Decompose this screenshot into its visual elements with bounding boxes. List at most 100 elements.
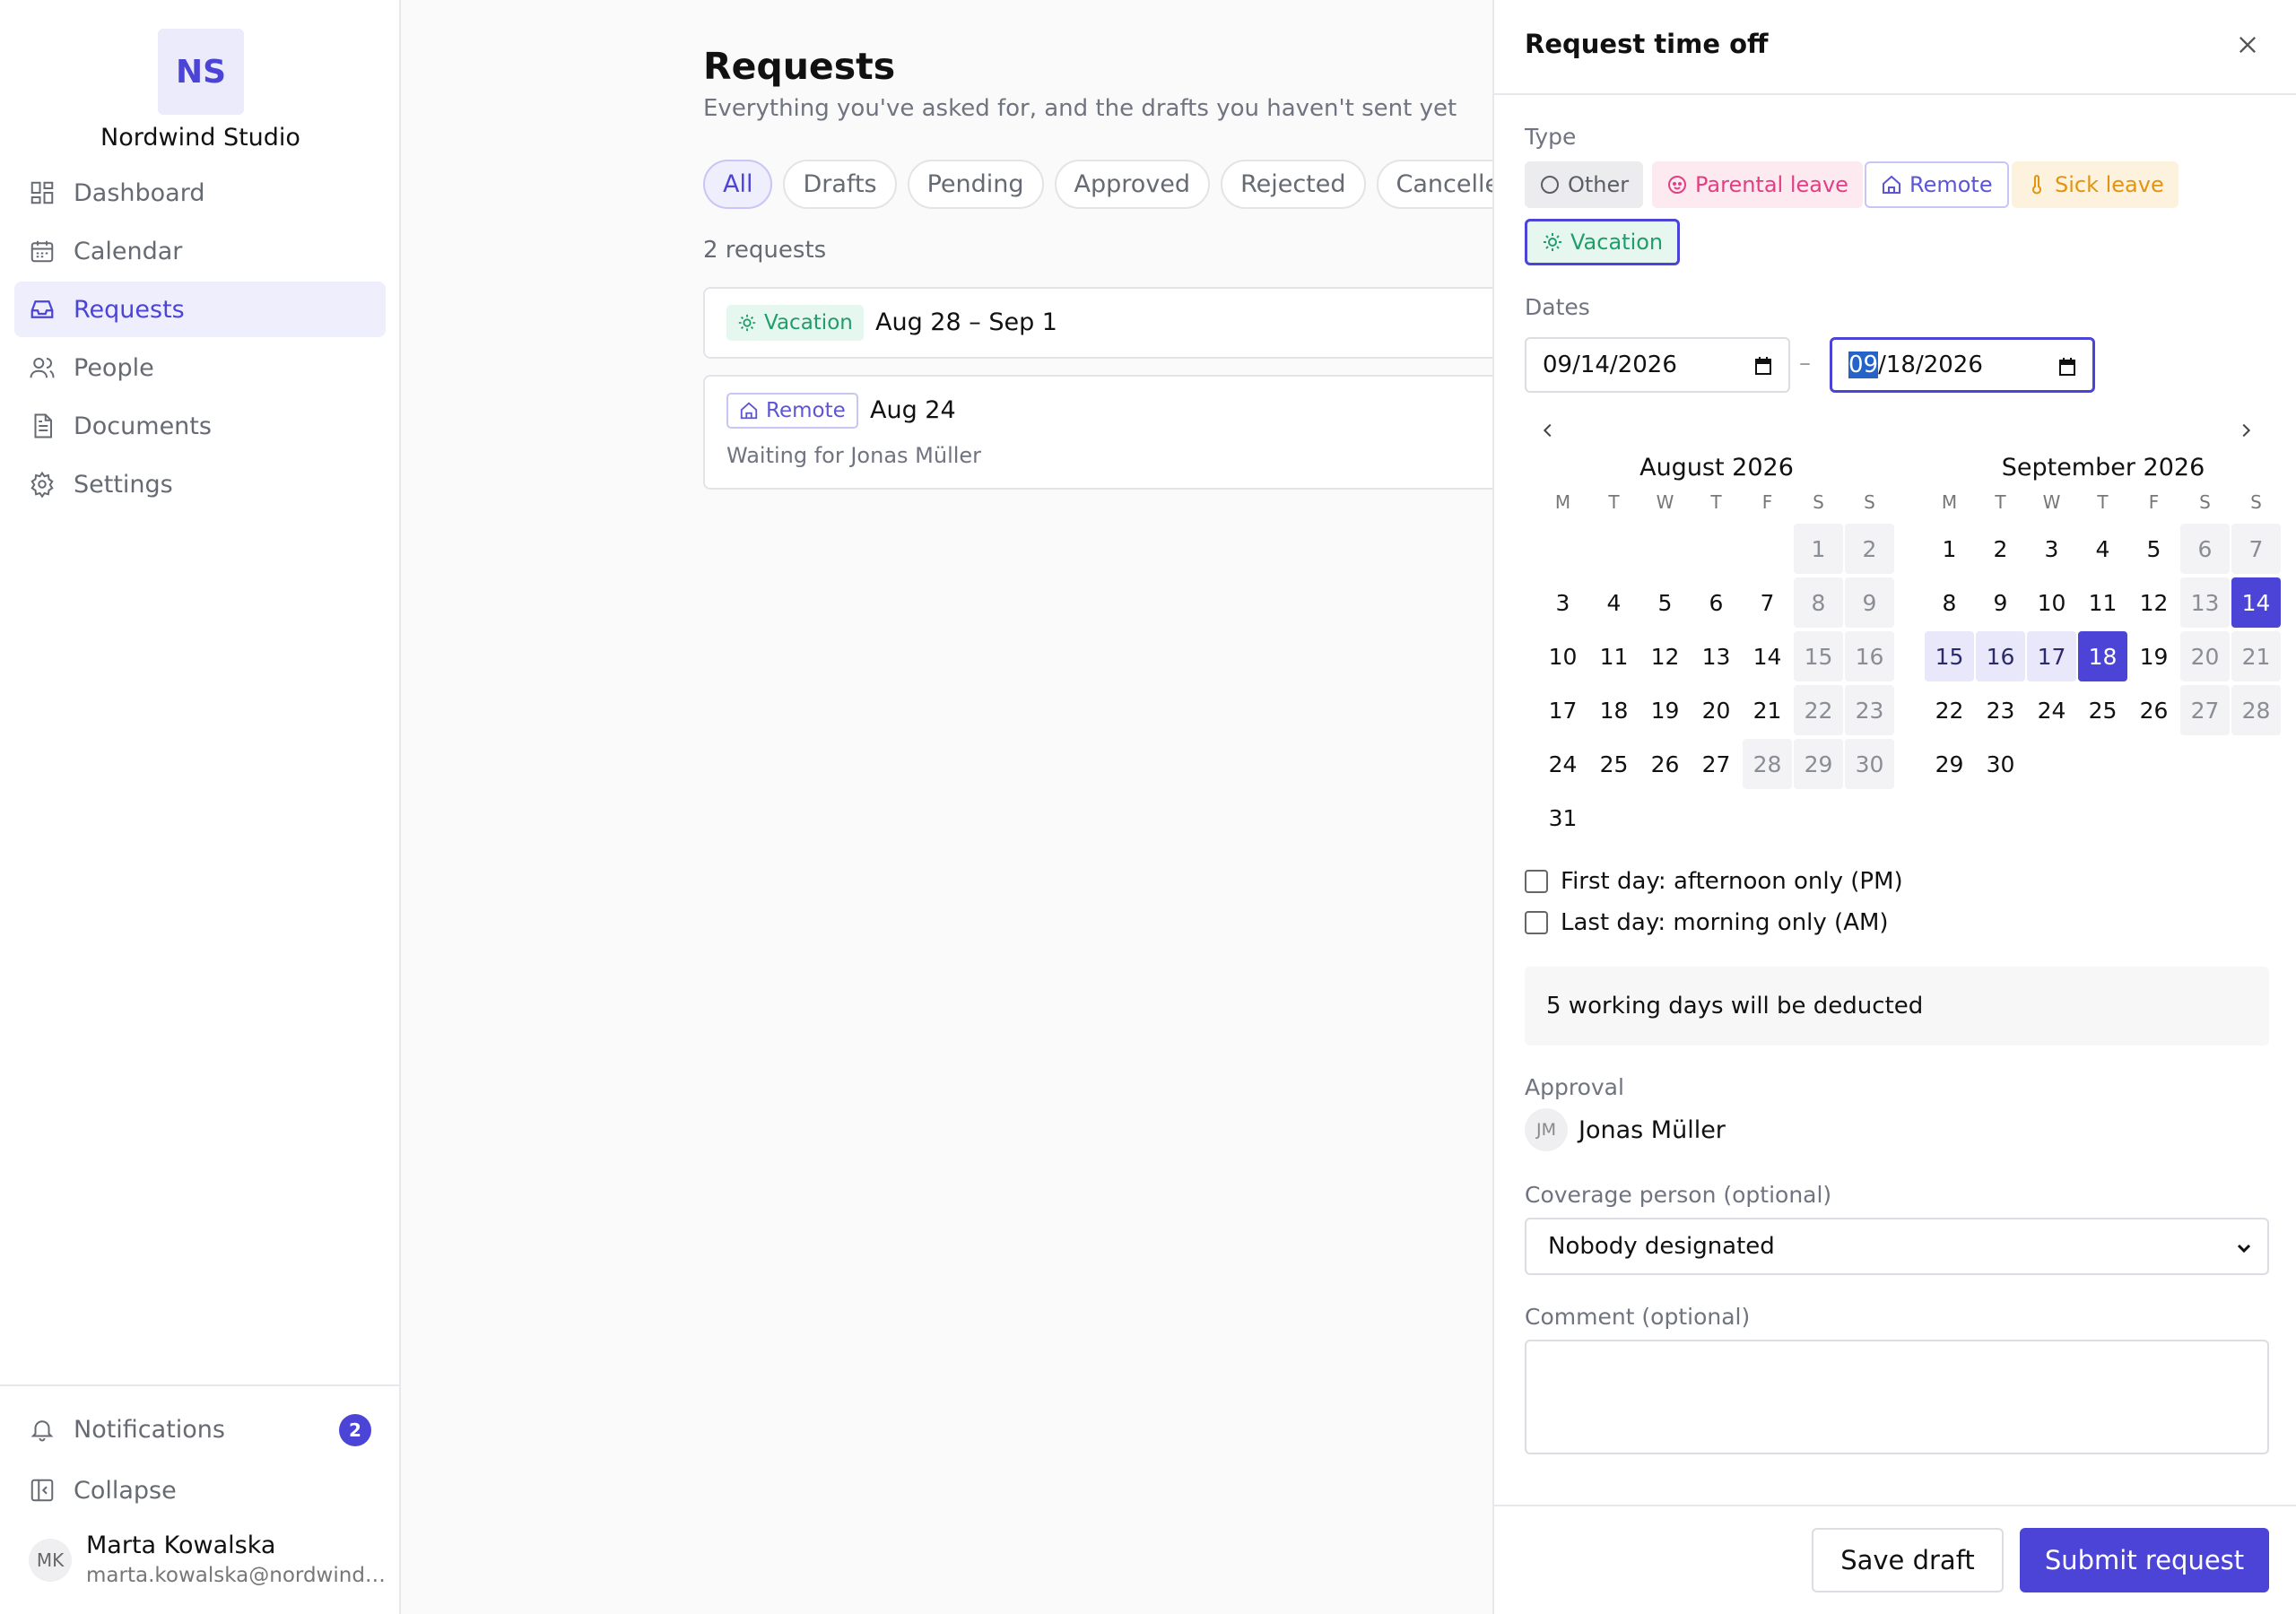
checkbox[interactable] [1525, 911, 1548, 934]
calendar-day[interactable]: 16 [1976, 631, 2025, 681]
request-card[interactable]: Remote Aug 24 Waiting for Jonas Müller [703, 375, 1510, 490]
calendar-day[interactable]: 13 [2180, 577, 2230, 628]
filter-pending[interactable]: Pending [907, 160, 1044, 209]
calendar-day[interactable]: 18 [1589, 685, 1639, 735]
calendar-day[interactable]: 9 [1845, 577, 1894, 628]
checkbox[interactable] [1525, 870, 1548, 893]
submit-request-button[interactable]: Submit request [2020, 1528, 2269, 1592]
sidebar-item-documents[interactable]: Documents [14, 398, 386, 454]
calendar-day[interactable]: 15 [1925, 631, 1974, 681]
type-option-sick-leave[interactable]: Sick leave [2012, 161, 2179, 208]
sidebar-item-settings[interactable]: Settings [14, 456, 386, 512]
collapse-button[interactable]: Collapse [14, 1463, 386, 1517]
calendar-day[interactable]: 23 [1976, 685, 2025, 735]
save-draft-button[interactable]: Save draft [1812, 1528, 2004, 1592]
type-option-remote[interactable]: Remote [1865, 161, 2009, 208]
calendar-day[interactable]: 6 [1692, 577, 1741, 628]
calendar-day[interactable]: 6 [2180, 524, 2230, 574]
previous-month-button[interactable] [1532, 414, 1564, 447]
calendar-day[interactable]: 10 [2027, 577, 2076, 628]
calendar-day[interactable]: 23 [1845, 685, 1894, 735]
calendar-day[interactable]: 5 [2129, 524, 2179, 574]
request-card[interactable]: Vacation Aug 28 – Sep 1 [703, 287, 1510, 359]
calendar-day[interactable]: 8 [1794, 577, 1843, 628]
calendar-day[interactable]: 7 [2231, 524, 2281, 574]
calendar-day[interactable]: 29 [1794, 739, 1843, 789]
calendar-day[interactable]: 26 [2129, 685, 2179, 735]
calendar-day[interactable]: 1 [1794, 524, 1843, 574]
calendar-day[interactable]: 25 [2078, 685, 2127, 735]
calendar-day[interactable]: 4 [2078, 524, 2127, 574]
calendar-day[interactable]: 21 [1743, 685, 1792, 735]
sidebar-item-people[interactable]: People [14, 340, 386, 395]
end-date-month-segment[interactable]: 09 [1848, 351, 1879, 378]
calendar-icon[interactable] [2057, 356, 2078, 377]
calendar-day[interactable]: 20 [2180, 631, 2230, 681]
calendar-day[interactable]: 27 [2180, 685, 2230, 735]
calendar-day[interactable]: 16 [1845, 631, 1894, 681]
coverage-person-select[interactable]: Nobody designated [1525, 1218, 2269, 1275]
calendar-day[interactable]: 21 [2231, 631, 2281, 681]
filter-drafts[interactable]: Drafts [783, 160, 897, 209]
calendar-day[interactable]: 8 [1925, 577, 1974, 628]
calendar-day[interactable]: 19 [2129, 631, 2179, 681]
user-profile[interactable]: MK Marta Kowalska marta.kowalska@nordwin… [29, 1530, 391, 1592]
calendar-day[interactable]: 5 [1640, 577, 1690, 628]
calendar-day[interactable]: 7 [1743, 577, 1792, 628]
filter-approved[interactable]: Approved [1054, 160, 1211, 209]
calendar-day[interactable]: 22 [1794, 685, 1843, 735]
end-date-input[interactable]: 09/18/2026 [1830, 337, 2095, 393]
calendar-day[interactable]: 13 [1692, 631, 1741, 681]
calendar-day[interactable]: 4 [1589, 577, 1639, 628]
comment-textarea[interactable] [1525, 1340, 2269, 1454]
calendar-day[interactable]: 11 [1589, 631, 1639, 681]
calendar-day[interactable]: 12 [2129, 577, 2179, 628]
calendar-day[interactable]: 14 [2231, 577, 2281, 628]
filter-all[interactable]: All [703, 160, 773, 209]
calendar-day[interactable]: 9 [1976, 577, 2025, 628]
start-date-input[interactable]: 09/14/2026 [1525, 337, 1790, 393]
calendar-day[interactable]: 3 [2027, 524, 2076, 574]
sidebar-item-calendar[interactable]: Calendar [14, 223, 386, 279]
calendar-day[interactable]: 30 [1845, 739, 1894, 789]
calendar-day[interactable]: 3 [1538, 577, 1587, 628]
calendar-day[interactable]: 20 [1692, 685, 1741, 735]
calendar-day[interactable]: 27 [1692, 739, 1741, 789]
first-day-pm-checkbox[interactable]: First day: afternoon only (PM) [1525, 868, 1903, 895]
calendar-day[interactable]: 24 [1538, 739, 1587, 789]
calendar-day[interactable]: 22 [1925, 685, 1974, 735]
calendar-day[interactable]: 10 [1538, 631, 1587, 681]
last-day-am-checkbox[interactable]: Last day: morning only (AM) [1525, 909, 1889, 936]
calendar-day[interactable]: 15 [1794, 631, 1843, 681]
calendar-day[interactable]: 17 [1538, 685, 1587, 735]
type-option-parental-leave[interactable]: Parental leave [1652, 161, 1863, 208]
calendar-day[interactable]: 18 [2078, 631, 2127, 681]
calendar-day[interactable]: 24 [2027, 685, 2076, 735]
calendar-day[interactable]: 19 [1640, 685, 1690, 735]
calendar-day[interactable]: 17 [2027, 631, 2076, 681]
close-button[interactable] [2228, 25, 2267, 65]
next-month-button[interactable] [2230, 414, 2262, 447]
calendar-day[interactable]: 29 [1925, 739, 1974, 789]
type-option-vacation[interactable]: Vacation [1525, 219, 1681, 265]
filter-rejected[interactable]: Rejected [1221, 160, 1366, 209]
calendar-day[interactable]: 2 [1845, 524, 1894, 574]
calendar-day[interactable]: 11 [2078, 577, 2127, 628]
calendar-day[interactable]: 28 [2231, 685, 2281, 735]
calendar-day[interactable]: 26 [1640, 739, 1690, 789]
calendar-day[interactable]: 25 [1589, 739, 1639, 789]
type-option-other[interactable]: Other [1525, 161, 1644, 208]
sidebar-item-dashboard[interactable]: Dashboard [14, 165, 386, 221]
sidebar-item-requests[interactable]: Requests [14, 282, 386, 337]
type-label: Type [1525, 124, 1577, 150]
calendar-icon[interactable] [1752, 355, 1774, 377]
calendar-day[interactable]: 28 [1743, 739, 1792, 789]
calendar-day[interactable]: 31 [1538, 793, 1587, 843]
calendar-day[interactable]: 12 [1640, 631, 1690, 681]
notifications-button[interactable]: Notifications 2 [14, 1402, 386, 1456]
calendar-day[interactable]: 1 [1925, 524, 1974, 574]
calendar-day[interactable]: 30 [1976, 739, 2025, 789]
calendar-day[interactable]: 2 [1976, 524, 2025, 574]
sidebar-item-label: Settings [74, 470, 173, 499]
calendar-day[interactable]: 14 [1743, 631, 1792, 681]
